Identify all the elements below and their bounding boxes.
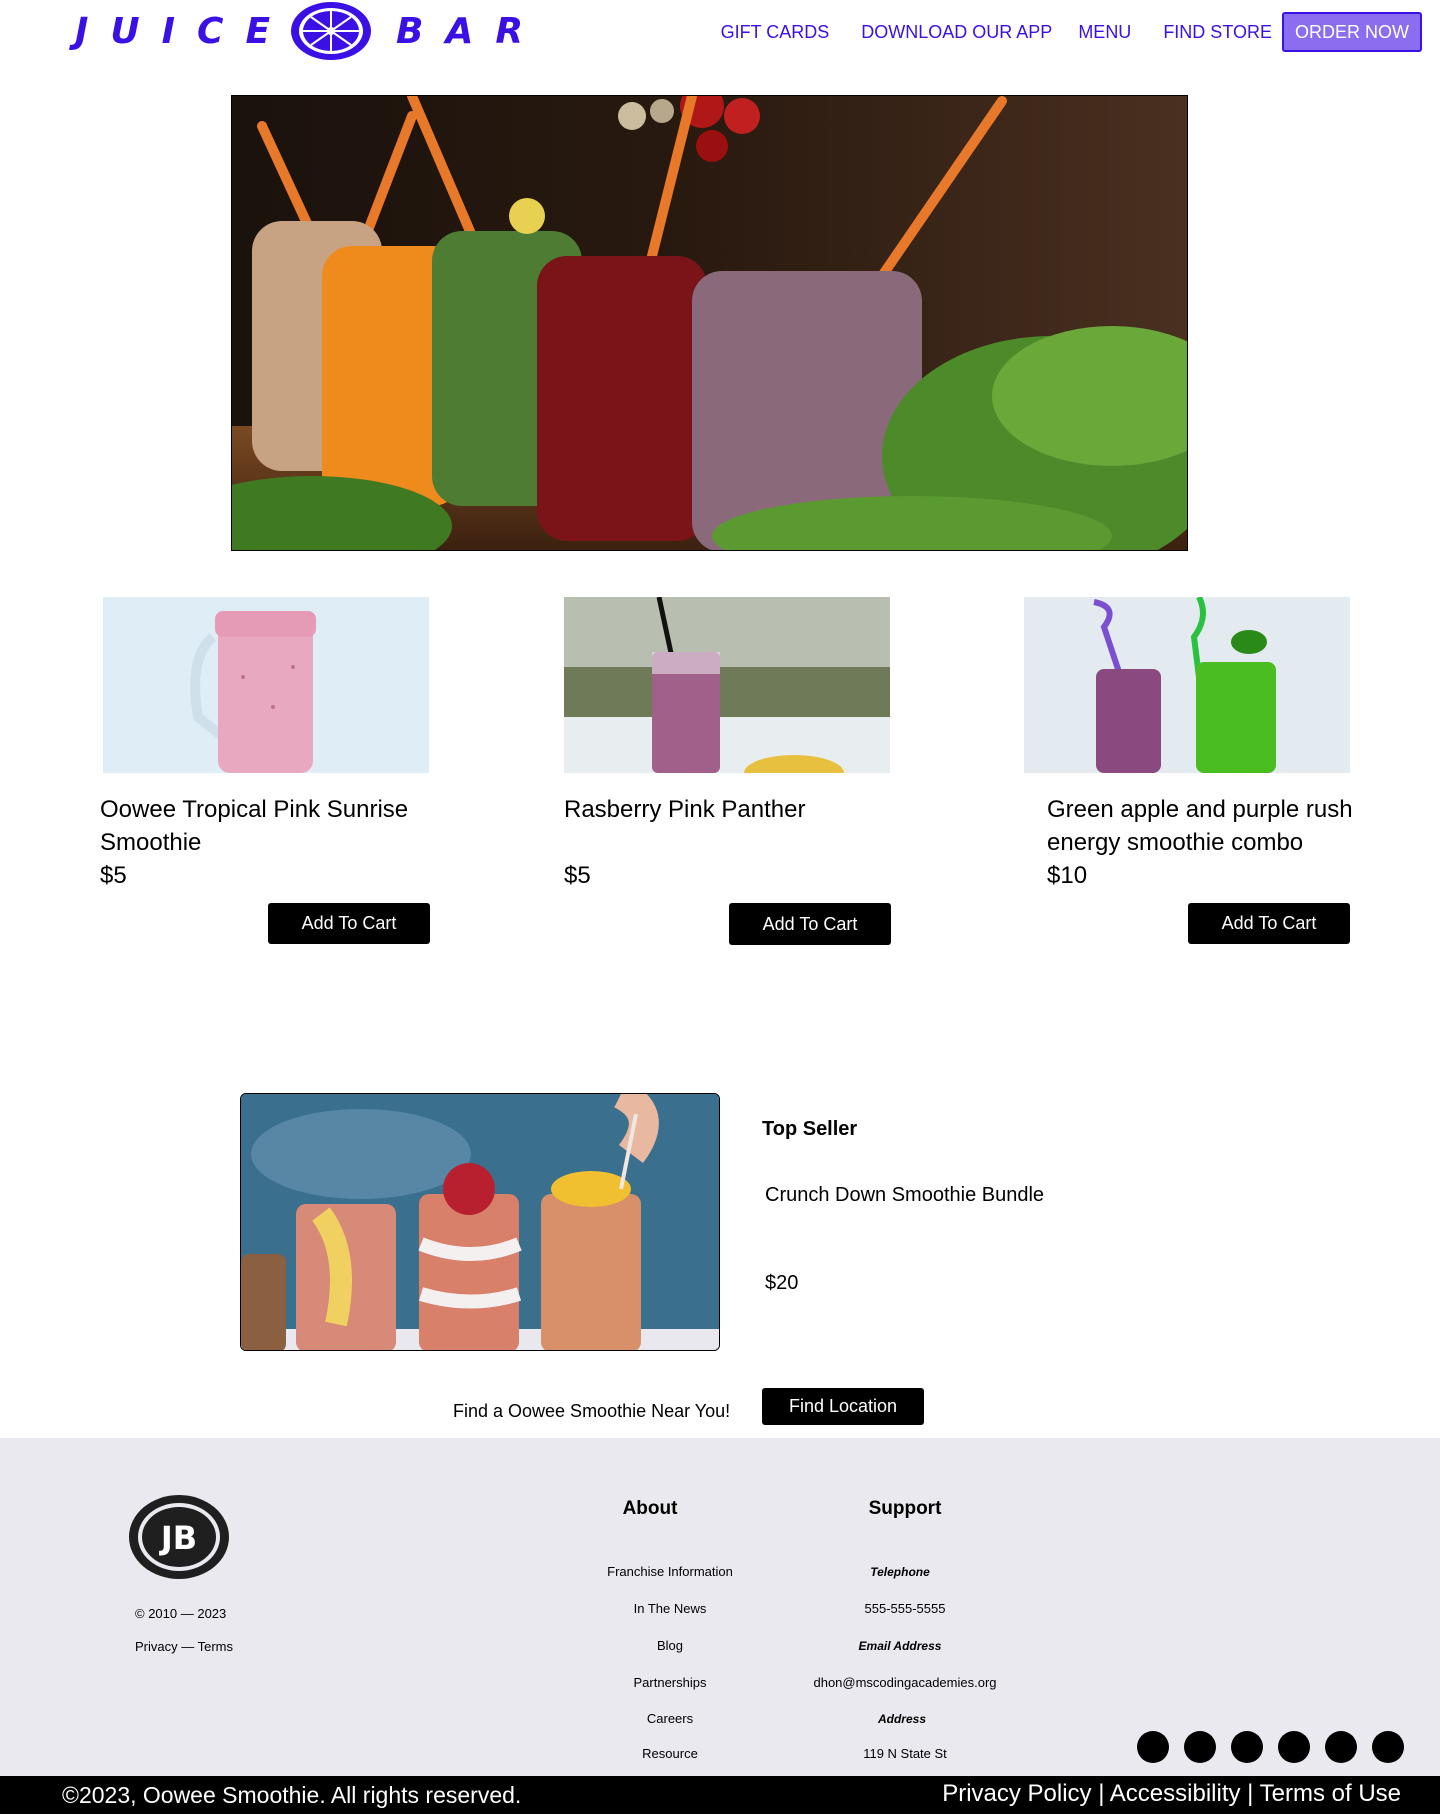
copyright-years: © 2010 — 2023 [135,1606,227,1621]
social-icon[interactable] [1137,1731,1169,1763]
social-icon[interactable] [1372,1731,1404,1763]
smoothie-jars-photo [232,96,1187,550]
support-heading: Support [868,1498,942,1519]
product-price: $10 [1047,862,1088,889]
find-smoothie-text: Find a Oowee Smoothie Near You! [453,1401,731,1421]
green-purple-smoothies-photo [1024,597,1350,773]
jb-logo[interactable]: JB [127,1493,231,1581]
product-title: Green apple and purple rush energy smoot… [1047,796,1353,856]
social-icon[interactable] [1231,1731,1263,1763]
find-location-button[interactable]: Find Location [762,1388,924,1425]
social-icon[interactable] [1184,1731,1216,1763]
product-price: $5 [100,862,127,889]
top-seller-image[interactable] [240,1093,720,1351]
legal-links[interactable]: Privacy Policy | Accessibility | Terms o… [942,1780,1401,1808]
add-to-cart-button[interactable]: Add To Cart [1188,903,1350,944]
product-title: Rasberry Pink Panther [564,796,806,823]
nav-find-store[interactable]: FIND STORE [1163,22,1272,43]
about-link[interactable]: Partnerships [570,1675,770,1690]
add-to-cart-button[interactable]: Add To Cart [268,903,430,944]
nav-menu[interactable]: MENU [1078,22,1131,43]
address-value: 119 N State St [863,1746,947,1761]
product-image-green-purple-combo[interactable] [1024,597,1350,773]
product-title: Oowee Tropical Pink Sunrise Smoothie [100,796,409,856]
nav-download-app[interactable]: DOWNLOAD OUR APP [861,22,1052,43]
site-footer: JB © 2010 — 2023 Privacy — Terms About F… [0,1438,1440,1776]
site-header: JUICE BAR GIFT CARDS DOWNLOAD OUR APP ME… [0,0,1440,64]
product-image-rasberry-pink-panther[interactable] [564,597,890,773]
telephone-value[interactable]: 555-555-5555 [805,1601,1005,1616]
social-icon[interactable] [1278,1731,1310,1763]
email-value[interactable]: dhon@mscodingacademies.org [805,1675,1005,1690]
about-link[interactable]: Blog [570,1638,770,1653]
social-icon[interactable] [1325,1731,1357,1763]
about-link[interactable]: Franchise Information [570,1564,770,1579]
hero-image [231,95,1188,551]
top-seller-name: Crunch Down Smoothie Bundle [765,1184,1045,1206]
main-nav: GIFT CARDS DOWNLOAD OUR APP MENU FIND ST… [721,12,1440,52]
telephone-label: Telephone [870,1565,930,1579]
copyright-text: ©2023, Oowee Smoothie. All rights reserv… [62,1782,522,1808]
nav-gift-cards[interactable]: GIFT CARDS [721,22,830,43]
pink-smoothie-jar-photo [103,597,429,773]
logo-word-juice: JUICE [75,10,293,52]
jb-logo-text: JB [159,1519,197,1557]
top-seller-label: Top Seller [762,1118,858,1140]
address-label: Address [877,1712,927,1726]
privacy-terms-link[interactable]: Privacy — Terms [135,1639,233,1654]
product-image-pink-sunrise[interactable] [103,597,429,773]
about-link[interactable]: Resource [570,1746,770,1761]
about-link[interactable]: In The News [570,1601,770,1616]
email-label: Email Address [858,1639,942,1653]
add-to-cart-button[interactable]: Add To Cart [729,903,891,945]
juice-bar-logo[interactable]: JUICE BAR [75,0,545,62]
bottom-bar: ©2023, Oowee Smoothie. All rights reserv… [0,1776,1440,1814]
logo-word-bar: BAR [396,10,546,52]
order-now-button[interactable]: ORDER NOW [1282,12,1422,52]
product-price: $5 [564,862,591,889]
citrus-slice-icon [291,2,372,60]
about-heading: About [622,1498,678,1519]
top-seller-price: $20 [765,1272,799,1294]
crunch-smoothie-glasses-photo [241,1094,719,1350]
about-link[interactable]: Careers [570,1711,770,1726]
berry-smoothie-glass-photo [564,597,890,773]
